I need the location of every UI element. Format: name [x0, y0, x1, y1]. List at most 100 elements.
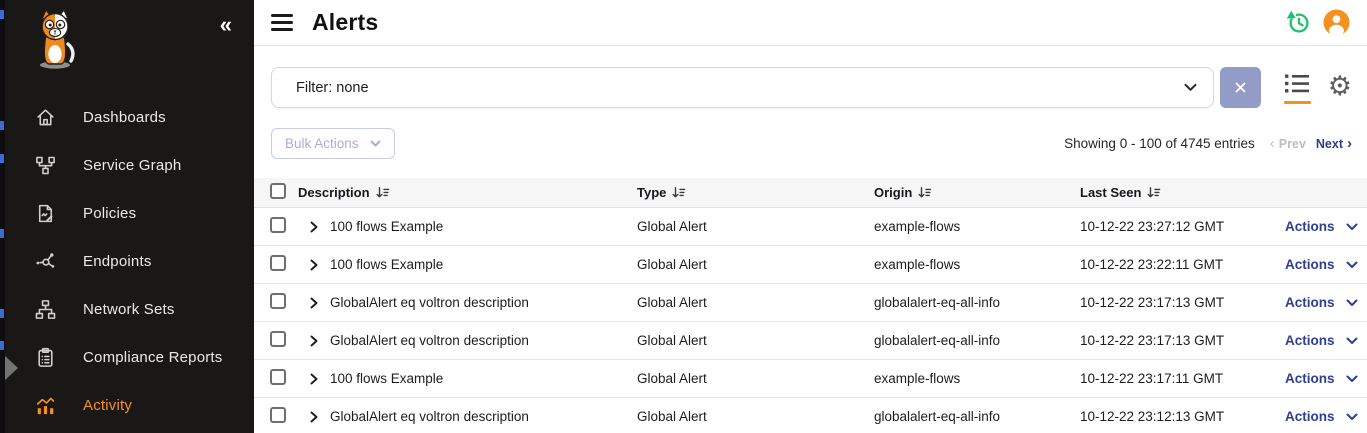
- policies-icon: [35, 202, 57, 224]
- alert-description: 100 flows Example: [330, 257, 443, 272]
- prev-page-button[interactable]: ‹ Prev: [1270, 136, 1306, 151]
- row-checkbox[interactable]: [270, 217, 286, 233]
- active-view-underline: [1284, 101, 1311, 104]
- row-actions-button[interactable]: Actions: [1285, 257, 1367, 272]
- sidebar-item-label: Activity: [83, 397, 132, 414]
- sidebar-item-label: Compliance Reports: [83, 349, 223, 366]
- topbar: Alerts: [254, 0, 1367, 46]
- service-graph-icon: [35, 154, 57, 176]
- sidebar: « Dashboards Service Gr: [5, 0, 254, 433]
- list-view-icon: [1284, 73, 1310, 94]
- menu-toggle-icon[interactable]: [271, 14, 295, 31]
- sidebar-item-label: Network Sets: [83, 301, 175, 318]
- alert-origin: example-flows: [874, 219, 1080, 234]
- alert-last-seen: 10-12-22 23:22:11 GMT: [1080, 257, 1285, 272]
- chevron-down-icon: [1346, 413, 1358, 421]
- chevron-down-icon: [1346, 337, 1358, 345]
- chevron-down-icon: [1184, 83, 1197, 92]
- sidebar-item-network-sets[interactable]: Network Sets: [5, 285, 254, 333]
- clear-filter-button[interactable]: [1220, 67, 1261, 108]
- alert-last-seen: 10-12-22 23:12:13 GMT: [1080, 409, 1285, 424]
- row-actions-button[interactable]: Actions: [1285, 371, 1367, 386]
- row-actions-button[interactable]: Actions: [1285, 409, 1367, 424]
- sidebar-item-service-graph[interactable]: Service Graph: [5, 141, 254, 189]
- chevron-down-icon: [370, 140, 381, 148]
- alert-type: Global Alert: [637, 219, 874, 234]
- row-actions-button[interactable]: Actions: [1285, 219, 1367, 234]
- expand-row-icon[interactable]: [310, 335, 318, 347]
- table-row: GlobalAlert eq voltron description Globa…: [254, 284, 1367, 322]
- chevron-down-icon: [1346, 299, 1358, 307]
- compliance-reports-icon: [35, 346, 57, 368]
- expand-row-icon[interactable]: [310, 297, 318, 309]
- table-header-row: Description Type Origin Last Seen: [254, 178, 1367, 208]
- row-checkbox[interactable]: [270, 331, 286, 347]
- sidebar-item-compliance-reports[interactable]: Compliance Reports: [5, 333, 254, 381]
- calico-logo: [5, 0, 254, 79]
- sidebar-nav: Dashboards Service Graph: [5, 93, 254, 433]
- expand-row-icon[interactable]: [310, 411, 318, 423]
- column-header-type[interactable]: Type: [637, 185, 686, 200]
- settings-button[interactable]: ⚙: [1328, 74, 1352, 100]
- sidebar-item-dashboards[interactable]: Dashboards: [5, 93, 254, 141]
- main-content: Alerts: [254, 0, 1367, 433]
- sidebar-item-label: Service Graph: [83, 157, 181, 174]
- close-icon: [1234, 81, 1247, 94]
- alert-origin: example-flows: [874, 371, 1080, 386]
- select-all-checkbox[interactable]: [270, 183, 286, 199]
- column-header-last-seen[interactable]: Last Seen: [1080, 185, 1161, 200]
- filter-select-value: Filter: none: [296, 80, 369, 96]
- table-row: GlobalAlert eq voltron description Globa…: [254, 398, 1367, 433]
- filter-bar: Filter: none: [254, 46, 1367, 108]
- pagination-controls: ‹ Prev Next ›: [1270, 136, 1352, 151]
- column-header-description[interactable]: Description: [298, 185, 390, 200]
- sidebar-item-partial[interactable]: [5, 429, 254, 433]
- sidebar-collapse-button[interactable]: «: [218, 12, 234, 38]
- column-header-origin[interactable]: Origin: [874, 185, 932, 200]
- app-window: « Dashboards Service Gr: [0, 0, 1367, 433]
- row-checkbox[interactable]: [270, 255, 286, 271]
- endpoints-icon: [35, 250, 57, 272]
- sidebar-item-policies[interactable]: Policies: [5, 189, 254, 237]
- sort-icon: [918, 186, 932, 199]
- chevron-down-icon: [1346, 261, 1358, 269]
- activity-icon: [35, 394, 57, 416]
- user-menu-button[interactable]: [1321, 7, 1352, 38]
- user-avatar-icon: [1323, 9, 1350, 36]
- alert-description: GlobalAlert eq voltron description: [330, 333, 529, 348]
- alert-type: Global Alert: [637, 295, 874, 310]
- history-button[interactable]: [1283, 7, 1314, 38]
- alert-origin: example-flows: [874, 257, 1080, 272]
- table-row: 100 flows Example Global Alert example-f…: [254, 208, 1367, 246]
- expand-row-icon[interactable]: [310, 221, 318, 233]
- next-page-button[interactable]: Next ›: [1316, 136, 1352, 151]
- table-row: 100 flows Example Global Alert example-f…: [254, 246, 1367, 284]
- alert-type: Global Alert: [637, 409, 874, 424]
- sidebar-item-endpoints[interactable]: Endpoints: [5, 237, 254, 285]
- filter-select[interactable]: Filter: none: [271, 67, 1214, 108]
- home-icon: [35, 106, 57, 128]
- pagination-summary: Showing 0 - 100 of 4745 entries: [1064, 136, 1255, 151]
- page-title: Alerts: [312, 9, 378, 36]
- row-checkbox[interactable]: [270, 369, 286, 385]
- chevron-down-icon: [1346, 223, 1358, 231]
- row-actions-button[interactable]: Actions: [1285, 333, 1367, 348]
- bulk-actions-button[interactable]: Bulk Actions: [271, 128, 395, 159]
- chevron-right-icon: ›: [1347, 136, 1352, 151]
- expand-row-icon[interactable]: [310, 259, 318, 271]
- sidebar-item-label: Policies: [83, 205, 136, 222]
- list-view-button[interactable]: [1284, 73, 1311, 104]
- network-sets-icon: [35, 298, 57, 320]
- alerts-table: Description Type Origin Last Seen: [254, 178, 1367, 433]
- row-actions-button[interactable]: Actions: [1285, 295, 1367, 310]
- row-checkbox[interactable]: [270, 407, 286, 423]
- table-row: 100 flows Example Global Alert example-f…: [254, 360, 1367, 398]
- alert-description: GlobalAlert eq voltron description: [330, 295, 529, 310]
- row-checkbox[interactable]: [270, 293, 286, 309]
- alert-last-seen: 10-12-22 23:17:13 GMT: [1080, 295, 1285, 310]
- expand-row-icon[interactable]: [310, 373, 318, 385]
- sort-icon: [376, 186, 390, 199]
- sidebar-item-activity[interactable]: Activity: [5, 381, 254, 429]
- alert-origin: globalalert-eq-all-info: [874, 409, 1080, 424]
- table-toolbar: Bulk Actions Showing 0 - 100 of 4745 ent…: [254, 108, 1367, 159]
